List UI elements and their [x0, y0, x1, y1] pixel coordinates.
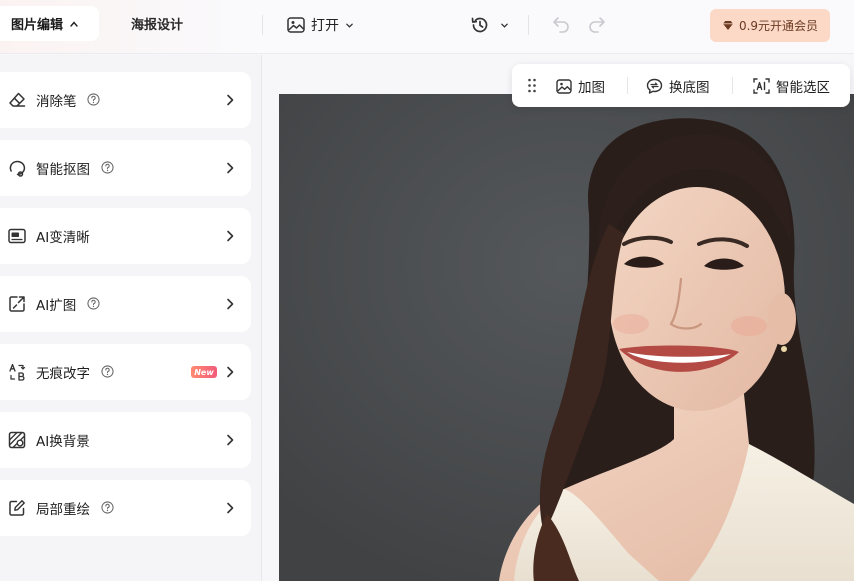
undo-icon[interactable]	[551, 14, 571, 34]
help-icon[interactable]	[87, 297, 100, 310]
chevron-right-icon	[227, 94, 234, 106]
chevron-down-icon	[346, 23, 353, 28]
tab-image-edit-label: 图片编辑	[11, 18, 64, 33]
history-button[interactable]	[470, 12, 509, 38]
tool-text-replace[interactable]: 无痕改字 New	[0, 344, 251, 400]
divider	[528, 15, 529, 35]
change-background-label: 换底图	[669, 80, 710, 96]
tool-ai-enhance[interactable]: AI变清晰	[0, 208, 251, 264]
add-image-label: 加图	[578, 80, 605, 96]
hd-icon	[8, 228, 26, 244]
chevron-right-icon	[227, 502, 234, 514]
open-button-label: 打开	[311, 18, 339, 34]
add-image-button[interactable]: 加图	[556, 76, 605, 96]
tool-label: 局部重绘	[36, 502, 90, 518]
tool-sidebar: 消除笔 智能抠图 AI变清晰 AI扩图 无痕改字 New AI换背景 局部重绘	[0, 55, 262, 581]
drag-handle-icon[interactable]	[527, 78, 537, 93]
tool-ai-expand[interactable]: AI扩图	[0, 276, 251, 332]
help-icon[interactable]	[87, 93, 100, 106]
redo-icon[interactable]	[587, 14, 607, 34]
divider	[627, 77, 628, 94]
tool-label: AI换背景	[36, 434, 90, 450]
chevron-up-icon	[70, 20, 78, 27]
tool-label: 无痕改字	[36, 366, 90, 382]
swap-image-icon	[646, 78, 663, 94]
chevron-right-icon	[227, 298, 234, 310]
image-icon	[556, 78, 572, 94]
image-icon	[287, 17, 305, 33]
diamond-icon	[722, 21, 733, 30]
text-replace-icon	[9, 363, 26, 381]
tool-label: AI变清晰	[36, 230, 90, 246]
eraser-icon	[9, 92, 26, 107]
image-floating-toolbar: 加图 换底图 智能选区	[512, 64, 850, 107]
smart-select-label: 智能选区	[776, 80, 830, 96]
tab-poster-design[interactable]: 海报设计	[131, 6, 183, 41]
open-button[interactable]: 打开	[287, 12, 354, 38]
help-icon[interactable]	[101, 365, 114, 378]
lasso-icon	[9, 160, 26, 177]
change-background-button[interactable]: 换底图	[646, 76, 710, 96]
background-icon	[8, 431, 26, 449]
tool-partial-redraw[interactable]: 局部重绘	[0, 480, 251, 536]
tool-label: 智能抠图	[36, 162, 90, 178]
chevron-down-icon	[501, 23, 508, 28]
top-bar: 图片编辑 海报设计 打开 0.9元开通会员	[0, 0, 854, 54]
portrait-photo[interactable]	[279, 94, 854, 581]
chevron-right-icon	[227, 162, 234, 174]
help-icon[interactable]	[101, 501, 114, 514]
chevron-right-icon	[227, 434, 234, 446]
tool-smart-cutout[interactable]: 智能抠图	[0, 140, 251, 196]
portrait-image	[279, 94, 854, 581]
tab-poster-design-label: 海报设计	[131, 18, 184, 33]
vip-membership-label: 0.9元开通会员	[738, 19, 819, 33]
tool-ai-background[interactable]: AI换背景	[0, 412, 251, 468]
history-icon	[471, 17, 488, 33]
divider	[732, 77, 733, 94]
chevron-right-icon	[227, 366, 234, 378]
ai-select-icon	[753, 78, 770, 94]
canvas-area	[263, 55, 854, 581]
chevron-right-icon	[227, 230, 234, 242]
smart-select-button[interactable]: 智能选区	[753, 76, 830, 96]
tab-image-edit[interactable]: 图片编辑	[0, 6, 99, 41]
vip-membership-button[interactable]: 0.9元开通会员	[710, 9, 830, 42]
expand-icon	[9, 296, 25, 312]
edit-icon	[9, 500, 25, 516]
tool-label: AI扩图	[36, 298, 77, 314]
tool-eraser[interactable]: 消除笔	[0, 72, 251, 128]
new-badge: New	[191, 366, 217, 378]
tool-label: 消除笔	[36, 94, 77, 110]
help-icon[interactable]	[101, 161, 114, 174]
divider	[262, 15, 263, 35]
